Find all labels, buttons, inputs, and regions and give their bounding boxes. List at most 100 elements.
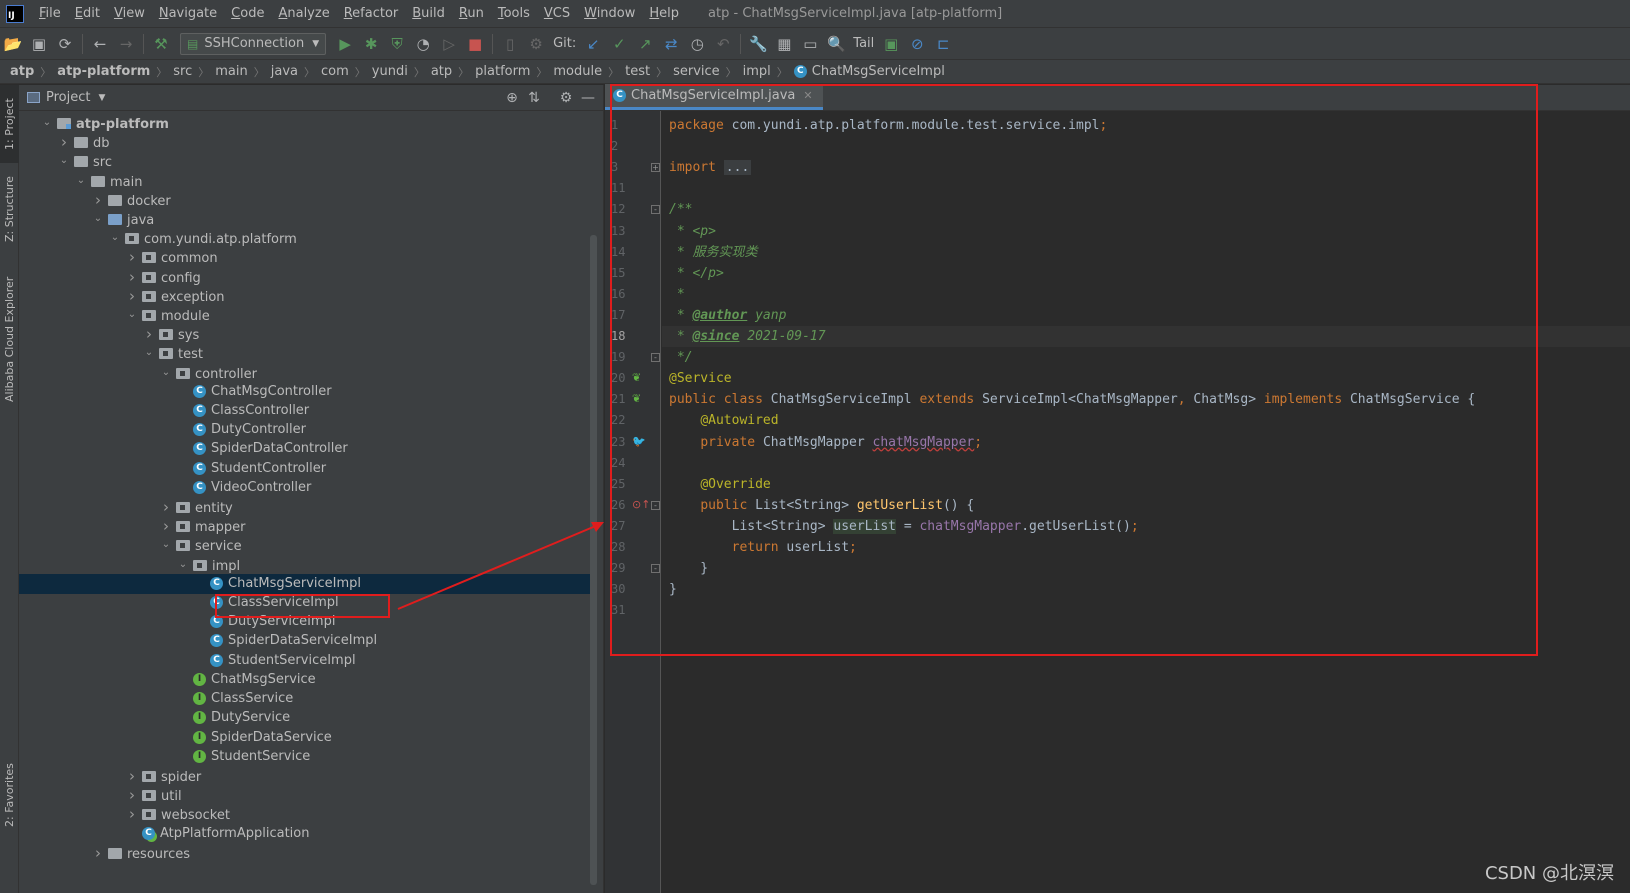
tree-item[interactable]: › websocket (19, 804, 596, 824)
breadcrumb-item[interactable]: java (271, 64, 298, 79)
breadcrumb-item[interactable]: yundi (372, 64, 408, 79)
tree-item[interactable]: › spider (19, 766, 596, 786)
tree-item[interactable]: C ChatMsgController (19, 382, 596, 402)
tree-item[interactable]: C VideoController (19, 478, 596, 498)
code-line[interactable]: @Override (662, 474, 1630, 495)
attach-icon[interactable]: ▯ (498, 32, 522, 56)
menu-code[interactable]: Code (224, 0, 271, 28)
chevron-down-icon[interactable]: ⌄ (41, 113, 53, 133)
code-line[interactable]: public class ChatMsgServiceImpl extends … (662, 389, 1630, 410)
tree-item[interactable]: ⌄ module (19, 305, 596, 325)
chevron-down-icon[interactable]: ⌄ (177, 555, 189, 575)
code-line[interactable]: * (662, 284, 1630, 305)
breadcrumb-item[interactable]: atp (10, 64, 34, 79)
code-line[interactable]: private ChatMsgMapper chatMsgMapper; (662, 432, 1630, 453)
override-method-icon[interactable]: ⊙↑ (632, 498, 650, 511)
breadcrumb-item[interactable]: impl (743, 64, 771, 79)
rollback-icon[interactable]: ↶ (711, 32, 735, 56)
chevron-right-icon[interactable]: › (160, 516, 172, 536)
forward-icon[interactable]: → (114, 32, 138, 56)
git-update-icon[interactable]: ↙ (581, 32, 605, 56)
code-line[interactable]: @Service (662, 368, 1630, 389)
chevron-right-icon[interactable]: › (126, 804, 138, 824)
tree-item[interactable]: I DutyService (19, 708, 596, 728)
fold-collapse-icon[interactable]: - (651, 564, 660, 574)
breadcrumb-item[interactable]: main (215, 64, 247, 79)
code-line[interactable]: * @since 2021-09-17 (662, 326, 1630, 347)
chevron-right-icon[interactable]: › (126, 766, 138, 786)
tree-item[interactable]: ⌄ main (19, 171, 596, 191)
chevron-right-icon[interactable]: › (92, 190, 104, 210)
tree-item[interactable]: ⌄ src (19, 151, 596, 171)
code-line[interactable]: * @author yanp (662, 305, 1630, 326)
wrench-icon[interactable]: 🔧 (746, 32, 770, 56)
project-panel-title[interactable]: Project (46, 90, 90, 105)
code-line[interactable]: /** (662, 199, 1630, 220)
git-push-icon[interactable]: ↗ (633, 32, 657, 56)
chevron-right-icon[interactable]: › (160, 497, 172, 517)
code-line[interactable]: } (662, 579, 1630, 600)
tree-item[interactable]: › db (19, 132, 596, 152)
tree-item[interactable]: ⌄ impl (19, 555, 596, 575)
breadcrumb-item[interactable]: test (625, 64, 650, 79)
chevron-right-icon[interactable]: › (126, 785, 138, 805)
menu-run[interactable]: Run (452, 0, 491, 28)
tree-item[interactable]: ⌄ controller (19, 363, 596, 383)
tree-item[interactable]: › sys (19, 324, 596, 344)
breadcrumb-item[interactable]: service (673, 64, 720, 79)
project-structure-icon[interactable]: ▦ (772, 32, 796, 56)
editor-tab[interactable]: C ChatMsgServiceImpl.java ✕ (605, 84, 823, 110)
run-configuration-select[interactable]: ▤ SSHConnection ▼ (180, 32, 327, 55)
chevron-down-icon[interactable]: ▼ (98, 93, 105, 103)
code-line[interactable]: * <p> (662, 221, 1630, 242)
tree-item[interactable]: I StudentService (19, 747, 596, 767)
fold-collapse-icon[interactable]: - (651, 500, 660, 510)
code-line[interactable]: List<String> userList = chatMsgMapper.ge… (662, 516, 1630, 537)
no-entry-icon[interactable]: ⊘ (905, 32, 929, 56)
save-all-icon[interactable]: ▣ (27, 32, 51, 56)
tree-item[interactable]: I ClassService (19, 689, 596, 709)
breadcrumb-item[interactable]: atp (431, 64, 452, 79)
sync-icon[interactable]: ⟳ (53, 32, 77, 56)
chevron-right-icon[interactable]: › (126, 247, 138, 267)
tab-alibaba-cloud-explorer[interactable]: Alibaba Cloud Explorer (0, 271, 19, 407)
close-icon[interactable]: ✕ (803, 89, 812, 102)
spring-bean-implements-icon[interactable]: ❦ (632, 392, 641, 405)
chevron-down-icon[interactable]: ⌄ (160, 535, 172, 555)
tree-item[interactable]: C ClassController (19, 401, 596, 421)
tree-item[interactable]: › common (19, 247, 596, 267)
tree-item[interactable]: C DutyServiceImpl (19, 612, 596, 632)
menu-window[interactable]: Window (577, 0, 642, 28)
tree-item[interactable]: C StudentServiceImpl (19, 651, 596, 671)
code-line[interactable] (662, 453, 1630, 474)
fold-collapse-icon[interactable]: - (651, 353, 660, 363)
chevron-right-icon[interactable]: › (126, 286, 138, 306)
tree-item[interactable]: C SpiderDataController (19, 439, 596, 459)
code-line[interactable]: */ (662, 347, 1630, 368)
tree-item[interactable]: C ClassServiceImpl (19, 593, 596, 613)
settings-gear-icon[interactable]: ⚙ (524, 32, 548, 56)
tree-item[interactable]: ⌄ atp-platform (19, 113, 596, 133)
breadcrumb-item[interactable]: platform (475, 64, 530, 79)
tree-item[interactable]: ⌄ service (19, 535, 596, 555)
tab-structure[interactable]: Z: Structure (0, 171, 19, 247)
tail-label[interactable]: Tail (853, 36, 874, 51)
menu-view[interactable]: View (107, 0, 152, 28)
chevron-down-icon[interactable]: ⌄ (58, 151, 70, 171)
breadcrumb-item[interactable]: com (321, 64, 349, 79)
menu-edit[interactable]: Edit (68, 0, 107, 28)
tree-item[interactable]: C DutyController (19, 420, 596, 440)
breadcrumb-item[interactable]: module (553, 64, 602, 79)
code-line[interactable]: return userList; (662, 537, 1630, 558)
git-commit-icon[interactable]: ✓ (607, 32, 631, 56)
spring-bean-icon[interactable]: ❦ (632, 371, 641, 384)
locate-crosshair-icon[interactable]: ⊕ (501, 90, 523, 106)
run-icon[interactable]: ▶ (333, 32, 357, 56)
tree-item[interactable]: C ChatMsgServiceImpl (19, 573, 596, 594)
fold-collapse-icon[interactable]: - (651, 205, 660, 215)
tree-item[interactable]: C StudentController (19, 459, 596, 479)
coverage-icon[interactable]: ⛨ (385, 32, 409, 56)
menu-analyze[interactable]: Analyze (271, 0, 336, 28)
tree-item[interactable]: C SpiderDataServiceImpl (19, 631, 596, 651)
menu-refactor[interactable]: Refactor (337, 0, 406, 28)
